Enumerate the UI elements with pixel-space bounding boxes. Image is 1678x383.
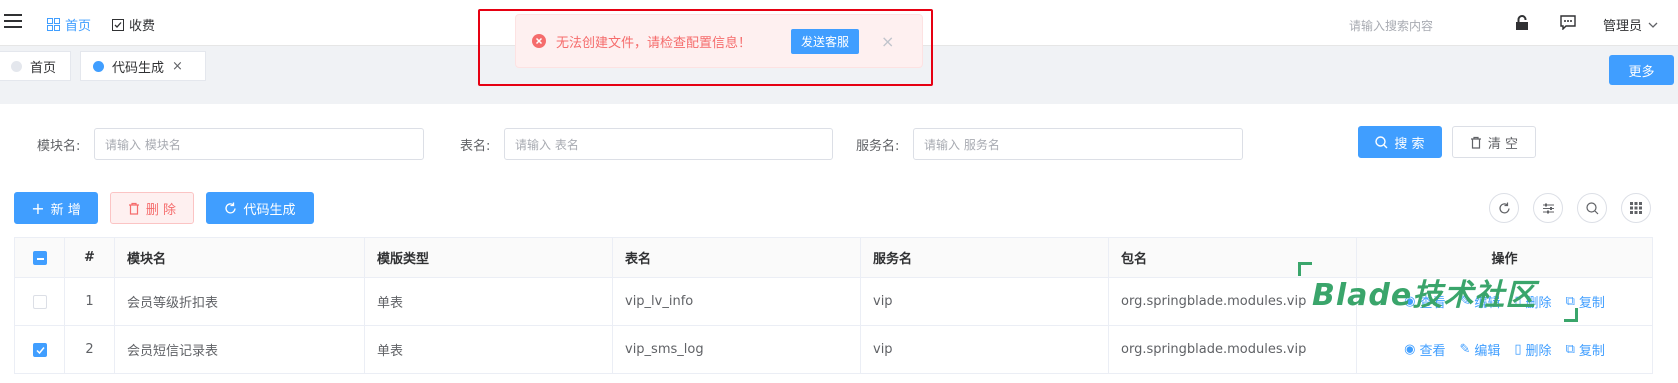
- message-icon[interactable]: [1560, 15, 1576, 30]
- grid-icon: [47, 18, 60, 31]
- refresh-icon: [1498, 202, 1510, 213]
- generate-code-button[interactable]: 代码生成: [206, 192, 314, 224]
- view-button[interactable]: ◉ 查看: [1404, 340, 1445, 359]
- view-label: 查看: [1419, 344, 1446, 359]
- nav-home-label: 首页: [65, 19, 92, 34]
- copy-icon: ⧉: [1565, 342, 1575, 357]
- row-actions: ◉ 查看 ✎ 编辑 ▯ 删除 ⧉ 复制: [1356, 325, 1653, 374]
- tag-active-dot-icon: [93, 60, 104, 72]
- tag-dot-icon: [11, 60, 22, 72]
- row-module-name: 会员等级折扣表: [114, 277, 365, 326]
- nav-fee[interactable]: 收费: [112, 15, 155, 34]
- chevron-down-icon: [1648, 22, 1658, 28]
- edit-button[interactable]: ✎ 编辑: [1459, 340, 1500, 359]
- nav-fee-label: 收费: [129, 19, 156, 34]
- delete-row-button[interactable]: ▯ 删除: [1514, 340, 1551, 359]
- filter-module-label: 模块名:: [37, 139, 81, 154]
- lock-icon[interactable]: [1515, 15, 1529, 31]
- row-checkbox[interactable]: [32, 342, 47, 357]
- global-search-input[interactable]: 请输入搜索内容: [1349, 17, 1433, 34]
- edit-label: 编辑: [1474, 344, 1501, 359]
- row-package-name: org.springblade.modules.vip: [1108, 325, 1357, 374]
- watermark: Blade技术社区: [1298, 262, 1578, 322]
- eye-icon: ◉: [1404, 342, 1416, 357]
- refresh-icon: [225, 202, 237, 213]
- row-select-cell[interactable]: [14, 277, 65, 326]
- edit-icon: ✎: [1459, 342, 1471, 357]
- column-settings-button[interactable]: [1533, 193, 1563, 223]
- tag-code-gen-label: 代码生成: [112, 60, 165, 76]
- row-table-name: vip_sms_log: [612, 325, 861, 374]
- refresh-table-button[interactable]: [1489, 193, 1519, 223]
- more-button[interactable]: 更多: [1609, 55, 1674, 85]
- nav-home[interactable]: 首页: [47, 15, 91, 34]
- generate-code-button-label: 代码生成: [243, 202, 296, 218]
- toast-message: 无法创建文件，请检查配置信息！: [556, 35, 752, 51]
- row-table-name: vip_lv_info: [612, 277, 861, 326]
- col-service-name: 服务名: [860, 237, 1109, 278]
- tag-code-gen[interactable]: 代码生成 ×: [80, 51, 206, 81]
- row-select-cell[interactable]: [14, 325, 65, 374]
- watermark-corner-tl: [1298, 262, 1312, 276]
- select-all-cell[interactable]: [14, 237, 65, 278]
- delete-button-label: 删 除: [145, 202, 177, 218]
- select-all-checkbox[interactable]: [32, 250, 47, 265]
- grid-view-button[interactable]: [1621, 193, 1651, 223]
- copy-label: 复制: [1578, 296, 1605, 311]
- error-icon: [532, 34, 546, 48]
- close-icon[interactable]: ×: [172, 59, 183, 74]
- copy-label: 复制: [1578, 344, 1605, 359]
- checkbox-icon: [112, 18, 124, 31]
- add-button[interactable]: + 新 增: [14, 192, 98, 224]
- service-name-input[interactable]: 请输入 服务名: [913, 128, 1243, 160]
- row-service-name: vip: [860, 277, 1109, 326]
- filter-service-label: 服务名:: [856, 139, 900, 154]
- user-name: 管理员: [1603, 19, 1643, 34]
- watermark-corner-br: [1564, 308, 1578, 322]
- close-icon[interactable]: ×: [881, 32, 894, 51]
- col-module-name: 模块名: [114, 237, 365, 278]
- row-checkbox[interactable]: [32, 294, 47, 309]
- copy-button[interactable]: ⧉ 复制: [1566, 340, 1605, 359]
- user-menu[interactable]: 管理员: [1603, 15, 1658, 34]
- sliders-icon: [1542, 203, 1554, 213]
- add-button-label: 新 增: [50, 202, 81, 218]
- row-template-type: 单表: [364, 277, 613, 326]
- hamburger-menu-icon[interactable]: [4, 14, 22, 28]
- row-module-name: 会员短信记录表: [114, 325, 365, 374]
- row-index: 1: [64, 277, 115, 326]
- row-template-type: 单表: [364, 325, 613, 374]
- clear-button[interactable]: 清 空: [1452, 126, 1536, 158]
- search-button[interactable]: 搜 索: [1358, 126, 1442, 158]
- search-button-label: 搜 索: [1394, 136, 1425, 152]
- contact-support-button[interactable]: 发送客服: [791, 28, 860, 54]
- col-template-type: 模版类型: [364, 237, 613, 278]
- row-service-name: vip: [860, 325, 1109, 374]
- plus-icon: +: [31, 198, 45, 218]
- clear-button-label: 清 空: [1487, 136, 1519, 152]
- grid-icon: [1630, 202, 1642, 214]
- row-index: 2: [64, 325, 115, 374]
- module-name-input[interactable]: 请输入 模块名: [94, 128, 424, 160]
- watermark-text: Blade技术社区: [1312, 278, 1537, 313]
- col-index: #: [64, 237, 115, 278]
- tag-home-label: 首页: [30, 60, 57, 76]
- trash-icon: [1470, 136, 1481, 149]
- trash-icon: ▯: [1514, 342, 1522, 357]
- trash-icon: [128, 202, 139, 215]
- table-name-input[interactable]: 请输入 表名: [504, 128, 833, 160]
- search-icon: [1375, 135, 1388, 148]
- search-icon: [1585, 201, 1598, 214]
- filter-table-label: 表名:: [460, 139, 491, 154]
- delete-button[interactable]: 删 除: [110, 192, 194, 224]
- error-toast: 无法创建文件，请检查配置信息！ 发送客服 ×: [515, 14, 923, 68]
- col-table-name: 表名: [612, 237, 861, 278]
- table-row: 2 会员短信记录表 单表 vip_sms_log vip org.springb…: [14, 325, 1653, 374]
- delete-label: 删除: [1525, 344, 1552, 359]
- toggle-search-button[interactable]: [1577, 193, 1607, 223]
- tag-home[interactable]: 首页: [0, 51, 71, 81]
